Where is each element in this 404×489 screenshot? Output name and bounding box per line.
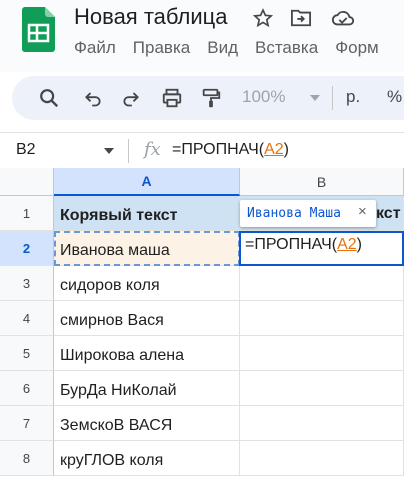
cell-a7[interactable]: ЗемскоВ ВАСЯ [54, 406, 240, 441]
cell-b4[interactable] [240, 301, 404, 336]
column-header-a[interactable]: A [54, 168, 240, 196]
row-header[interactable]: 7 [0, 406, 54, 441]
menu-view[interactable]: Вид [207, 38, 238, 58]
app-header: Новая таблица Файл Правка Вид Вставка Форм [0, 0, 404, 72]
undo-icon[interactable] [80, 85, 106, 111]
select-all-corner[interactable] [0, 168, 54, 196]
formula-reference: A2 [264, 141, 284, 158]
cloud-saved-icon[interactable] [331, 8, 355, 28]
cell-a2[interactable]: Иванова маша [54, 231, 240, 266]
preview-text: Иванова Маша [247, 206, 341, 221]
menu-file[interactable]: Файл [74, 38, 116, 58]
cell-a6[interactable]: БурДа НиКолай [54, 371, 240, 406]
cell-a3[interactable]: сидоров коля [54, 266, 240, 301]
active-cell-editor[interactable]: =ПРОПНАЧ(A2) [239, 231, 404, 266]
formula-bar-divider [128, 139, 129, 163]
spreadsheet-grid: A B 1 Корявый текст кст 2 Иванова маша 3… [0, 168, 404, 489]
zoom-select[interactable]: 100% [242, 87, 285, 107]
row-header[interactable]: 4 [0, 301, 54, 336]
toolbar-divider [332, 86, 333, 110]
toolbar: 100% р. % [12, 76, 404, 120]
editor-prefix: =ПРОПНАЧ( [245, 236, 338, 253]
formula-prefix: =ПРОПНАЧ( [172, 141, 265, 158]
editor-reference: A2 [337, 236, 357, 253]
currency-format-button[interactable]: р. [346, 87, 360, 107]
cell-a1[interactable]: Корявый текст [54, 196, 240, 231]
menu-insert[interactable]: Вставка [255, 38, 318, 58]
row-header[interactable]: 6 [0, 371, 54, 406]
function-icon: fx [144, 139, 161, 160]
row-header[interactable]: 3 [0, 266, 54, 301]
cell-b1-text: кст [376, 205, 401, 222]
cell-b3[interactable] [240, 266, 404, 301]
formula-input[interactable]: =ПРОПНАЧ(A2) [172, 141, 289, 159]
search-icon[interactable] [36, 85, 62, 111]
chevron-down-icon[interactable] [310, 95, 320, 101]
sheets-logo-icon[interactable] [22, 7, 55, 52]
row-header[interactable]: 2 [0, 231, 54, 266]
row-header[interactable]: 5 [0, 336, 54, 371]
cell-b7[interactable] [240, 406, 404, 441]
menu-bar: Файл Правка Вид Вставка Форм [74, 38, 396, 60]
name-box[interactable]: B2 [16, 141, 36, 159]
formula-suffix: ) [283, 141, 289, 158]
formula-bar: B2 fx =ПРОПНАЧ(A2) [0, 132, 404, 170]
document-title[interactable]: Новая таблица [74, 4, 227, 30]
row-header[interactable]: 8 [0, 441, 54, 476]
name-box-dropdown-icon[interactable] [104, 148, 114, 154]
print-icon[interactable] [159, 85, 185, 111]
cell-b6[interactable] [240, 371, 404, 406]
menu-edit[interactable]: Правка [133, 38, 190, 58]
cell-b5[interactable] [240, 336, 404, 371]
editor-suffix: ) [356, 236, 362, 253]
column-header-b[interactable]: B [240, 168, 404, 196]
cell-a4[interactable]: смирнов Вася [54, 301, 240, 336]
paint-format-icon[interactable] [198, 85, 224, 111]
menu-format[interactable]: Форм [335, 38, 379, 58]
percent-format-button[interactable]: % [387, 87, 402, 107]
move-folder-icon[interactable] [290, 8, 312, 28]
cell-a5[interactable]: Широкова алена [54, 336, 240, 371]
close-icon[interactable]: × [358, 203, 367, 220]
row-header[interactable]: 1 [0, 196, 54, 231]
star-icon[interactable] [253, 8, 273, 28]
cell-b8[interactable] [240, 441, 404, 476]
cell-a8[interactable]: круГЛОВ коля [54, 441, 240, 476]
formula-result-preview: Иванова Маша × [240, 200, 376, 227]
redo-icon[interactable] [118, 85, 144, 111]
